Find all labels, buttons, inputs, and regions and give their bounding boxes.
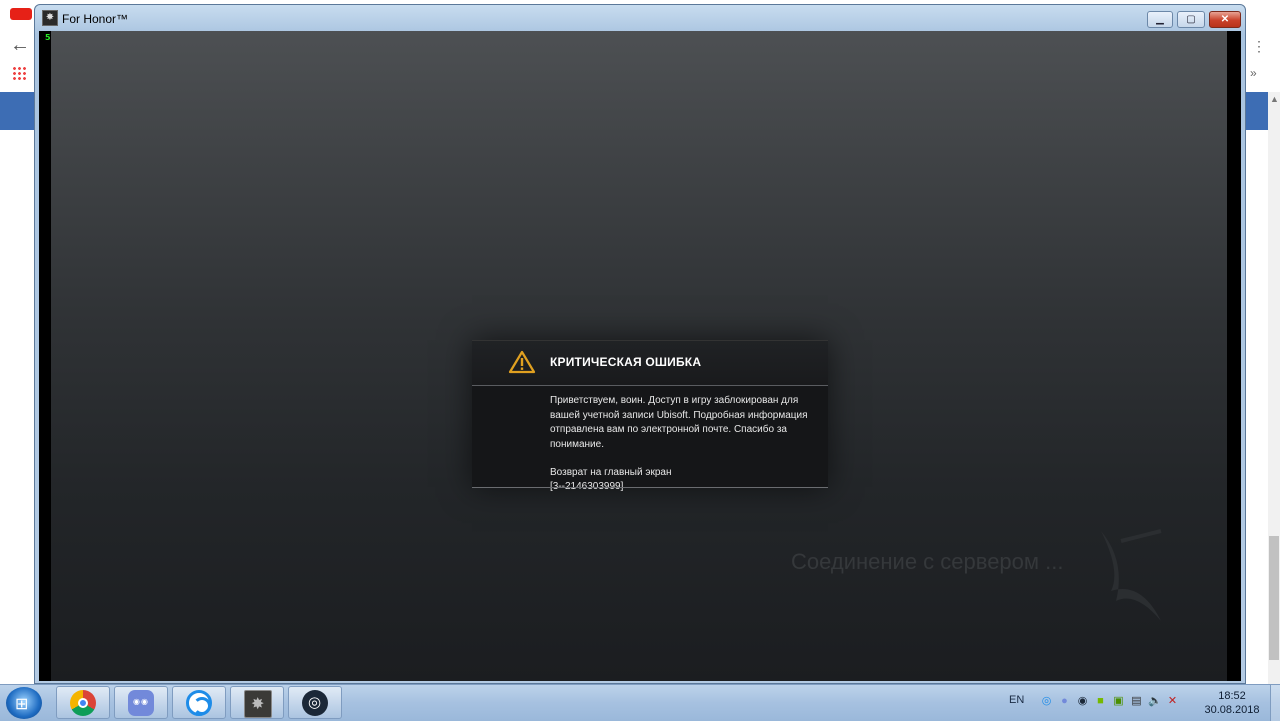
dialog-message: Приветствуем, воин. Доступ в игру заблок… xyxy=(550,395,808,450)
scrollbar-thumb[interactable] xyxy=(1269,536,1279,660)
clock-time: 18:52 xyxy=(1218,690,1246,702)
taskbar-discord[interactable] xyxy=(114,686,168,719)
chrome-icon xyxy=(70,690,96,716)
show-desktop-button[interactable] xyxy=(1270,685,1280,721)
back-arrow-icon[interactable]: ← xyxy=(10,34,30,57)
windows-logo-icon: ⊞ xyxy=(15,696,29,713)
apps-grid-icon[interactable] xyxy=(12,66,26,80)
taskbar-for-honor[interactable] xyxy=(230,686,284,719)
for-honor-app-icon[interactable]: ✸ xyxy=(42,10,58,26)
connecting-status: Соединение с сервером ... xyxy=(791,549,1064,574)
taskbar-chrome[interactable] xyxy=(56,686,110,719)
dialog-title: КРИТИЧЕСКАЯ ОШИБКА xyxy=(550,355,702,369)
faction-emblem-icon xyxy=(1101,529,1162,621)
volume-icon[interactable]: 🔈 xyxy=(1148,695,1162,708)
nvidia-tray-icon[interactable]: ■ xyxy=(1094,695,1107,708)
steam-tray-icon[interactable]: ◉ xyxy=(1076,695,1089,708)
flag-icon[interactable]: ✕ xyxy=(1166,695,1179,708)
for-honor-icon xyxy=(244,690,272,718)
page-header-band xyxy=(0,92,34,130)
dialog-header: КРИТИЧЕСКАЯ ОШИБКА xyxy=(472,341,828,386)
browser-scrollbar[interactable]: ▲ xyxy=(1268,92,1280,684)
discord-tray-icon[interactable]: ● xyxy=(1058,695,1071,708)
window-title: For Honor™ xyxy=(62,12,129,26)
taskbar-steam[interactable] xyxy=(288,686,342,719)
language-indicator[interactable]: EN xyxy=(1009,694,1024,706)
start-button[interactable]: ⊞ xyxy=(6,687,42,719)
dialog-divider xyxy=(472,487,828,488)
critical-error-dialog: КРИТИЧЕСКАЯ ОШИБКА Приветствуем, воин. Д… xyxy=(472,340,828,492)
youtube-icon[interactable] xyxy=(10,8,32,20)
more-icon[interactable]: » xyxy=(1250,66,1257,80)
game-viewport: 50 FPS Соединение с сервером ... КРИТИЧЕ… xyxy=(39,31,1241,681)
network-icon[interactable]: ▤ xyxy=(1130,695,1143,708)
bookmark-icon[interactable]: ⋮ xyxy=(1252,38,1266,55)
title-bar[interactable]: ✸ For Honor™ ▁ ▢ ✕ xyxy=(35,5,1245,31)
taskbar-uplay[interactable] xyxy=(172,686,226,719)
minimize-button[interactable]: ▁ xyxy=(1147,11,1173,28)
uplay-icon xyxy=(186,690,212,716)
steam-icon xyxy=(302,690,328,716)
scroll-up-icon[interactable]: ▲ xyxy=(1270,94,1279,104)
system-tray: ◎ ● ◉ ■ ▣ ▤ 🔈 ✕ xyxy=(1040,695,1179,711)
game-window: ✸ For Honor™ ▁ ▢ ✕ 50 FPS Соединение с с… xyxy=(34,4,1246,684)
page-header-band-right xyxy=(1246,92,1268,130)
maximize-button[interactable]: ▢ xyxy=(1177,11,1205,28)
close-button[interactable]: ✕ xyxy=(1209,11,1241,28)
taskbar: ⊞ EN ◎ ● ◉ ■ ▣ ▤ 🔈 ✕ 18:52 30.08.2018 xyxy=(0,684,1280,721)
warning-triangle-icon xyxy=(508,350,536,374)
discord-icon xyxy=(128,690,154,716)
clock-date: 30.08.2018 xyxy=(1204,704,1260,716)
return-to-main-screen[interactable]: Возврат на главный экран xyxy=(550,467,671,478)
uplay-tray-icon[interactable]: ◎ xyxy=(1040,695,1053,708)
clock[interactable]: 18:52 30.08.2018 xyxy=(1196,689,1268,717)
game-scene: Соединение с сервером ... КРИТИЧЕСКАЯ ОШ… xyxy=(51,31,1227,681)
geforce-tray-icon[interactable]: ▣ xyxy=(1112,695,1125,708)
